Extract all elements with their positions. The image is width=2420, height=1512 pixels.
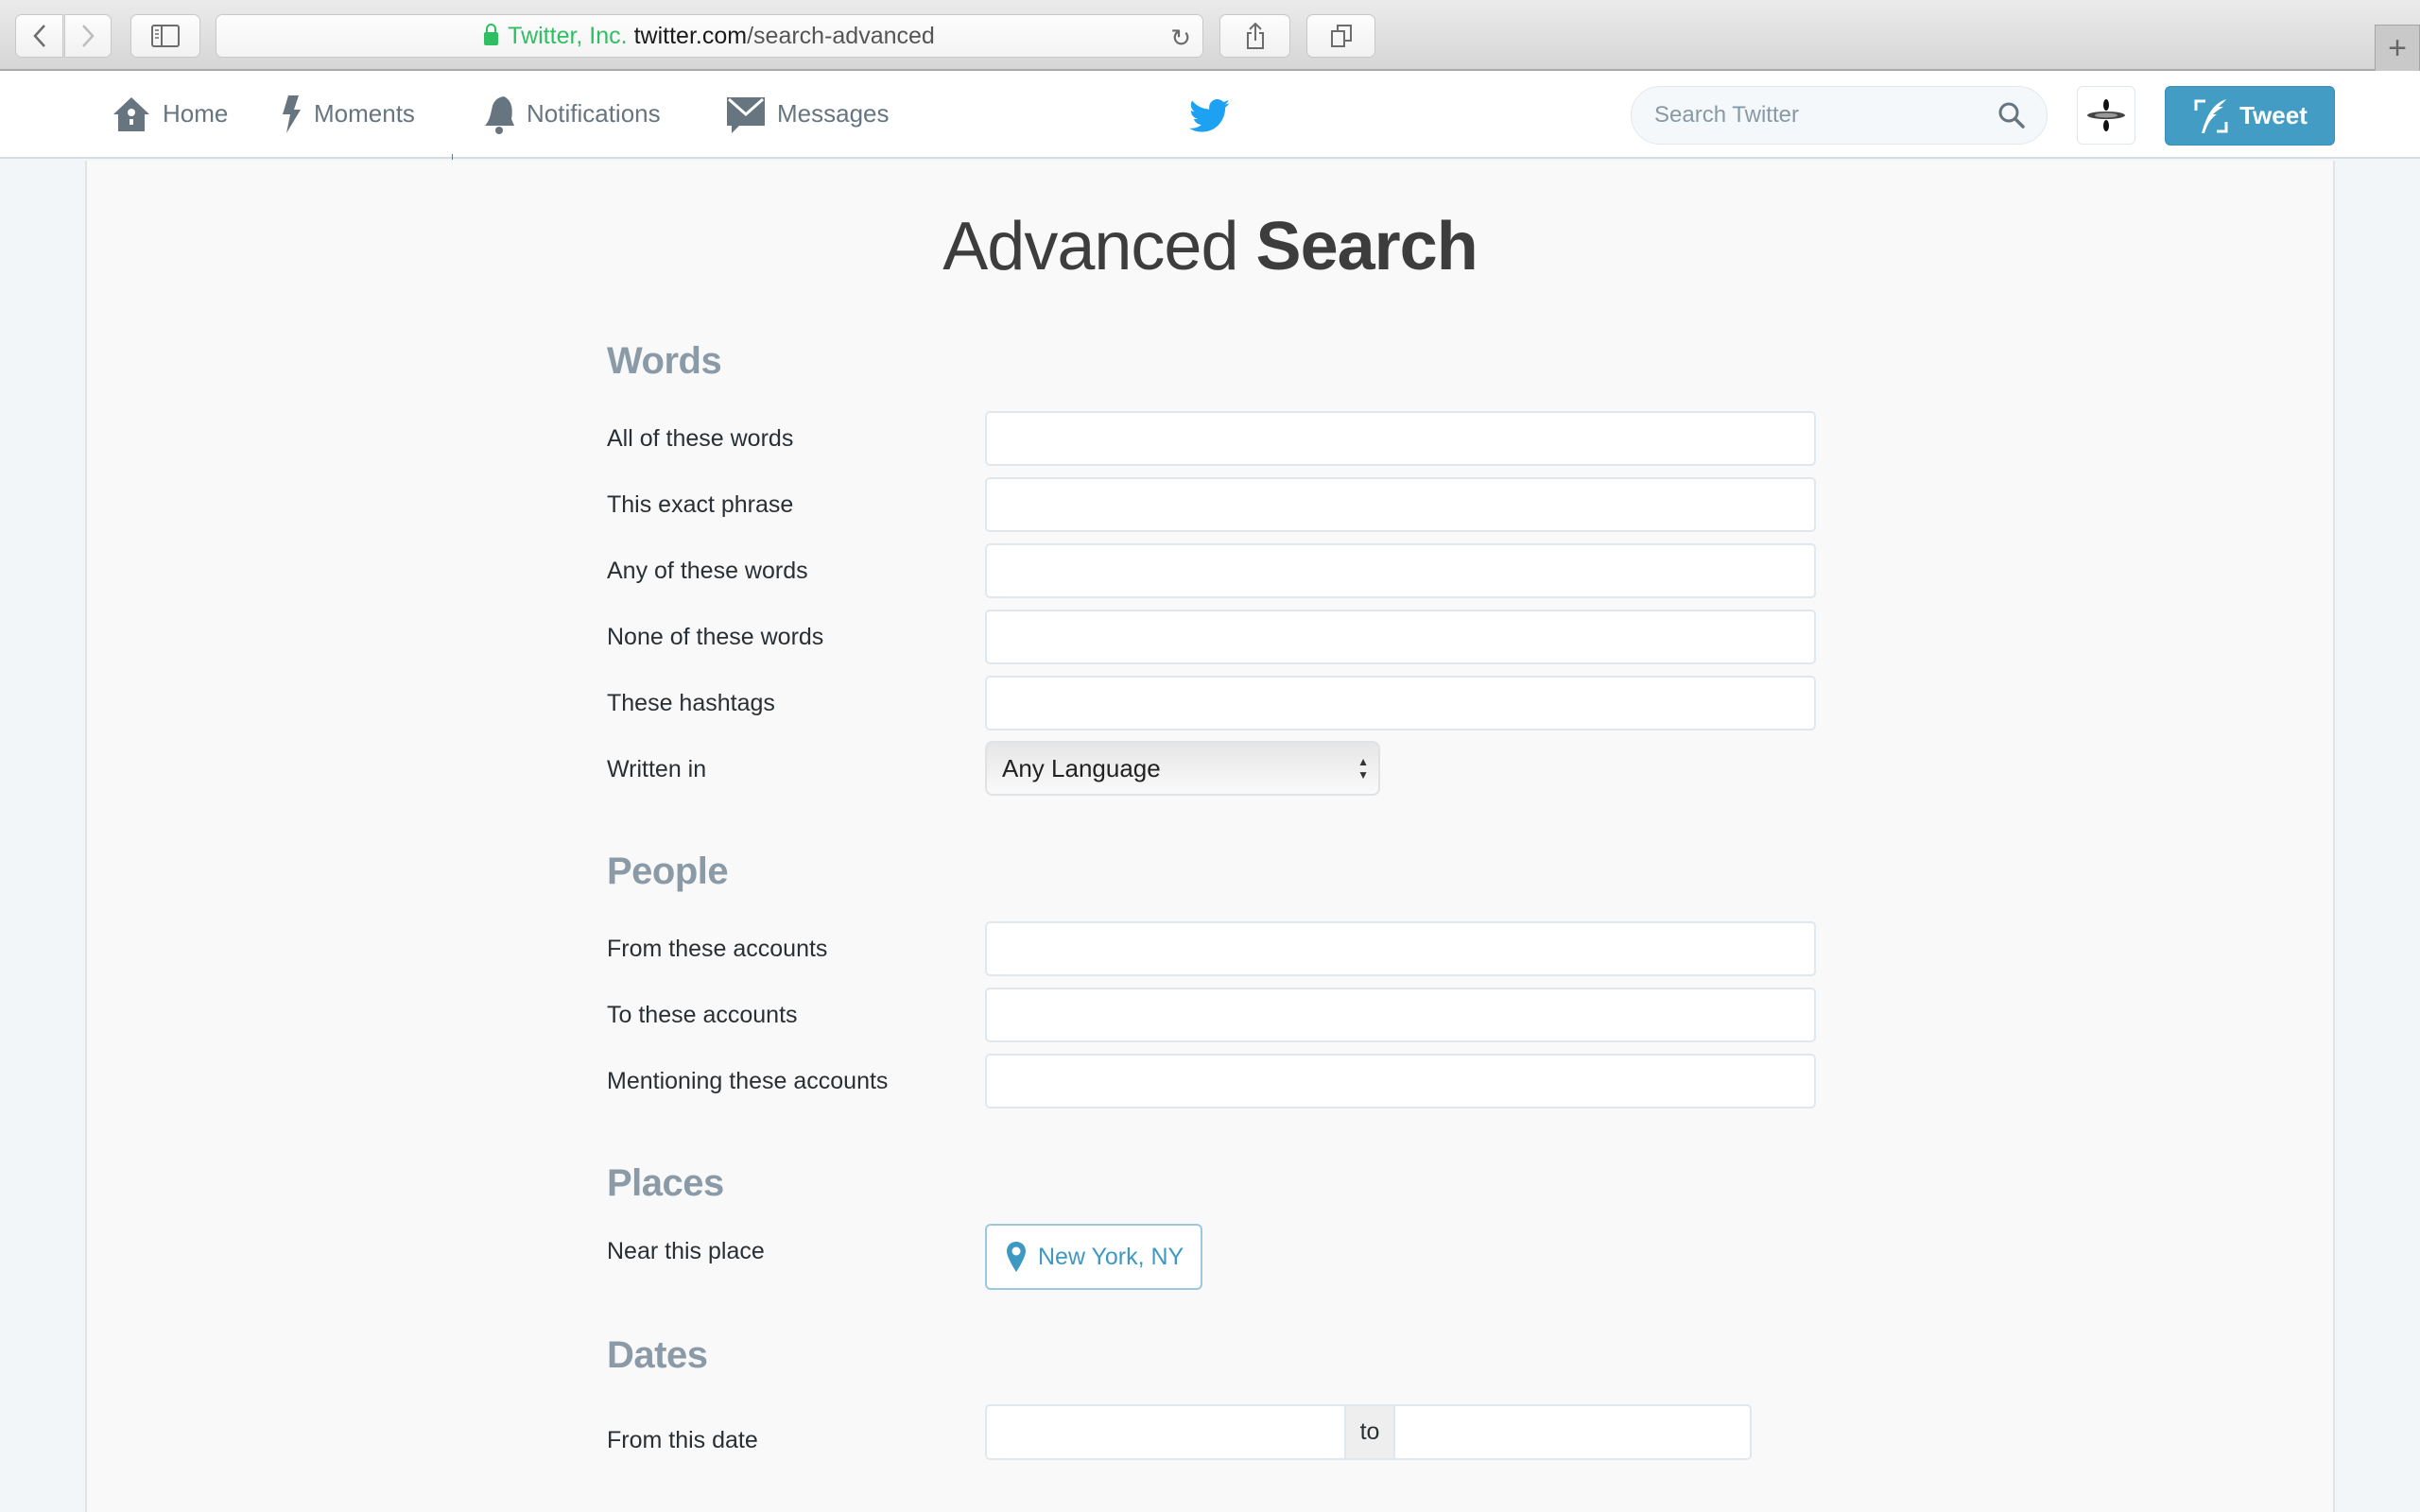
address-bar[interactable]: Twitter, Inc. twitter.com/search-advance… bbox=[216, 14, 1203, 58]
lock-icon bbox=[484, 24, 499, 45]
new-tab-button[interactable]: + bbox=[2375, 25, 2420, 71]
share-icon bbox=[1246, 22, 1264, 49]
any-words-input[interactable] bbox=[985, 543, 1816, 598]
back-button[interactable] bbox=[15, 14, 63, 58]
search-icon[interactable] bbox=[1997, 101, 2026, 129]
avatar-button[interactable] bbox=[2077, 86, 2135, 145]
twitter-top-nav: Home Moments Notifications Messages Twee… bbox=[0, 71, 2420, 160]
tabs-icon bbox=[1330, 25, 1352, 47]
home-icon bbox=[113, 96, 149, 131]
label-to-accounts: To these accounts bbox=[607, 1002, 798, 1028]
date-separator: to bbox=[1344, 1406, 1395, 1458]
chevron-right-icon bbox=[82, 25, 95, 47]
reload-icon[interactable]: ↻ bbox=[1170, 24, 1191, 53]
label-mentioning-accounts: Mentioning these accounts bbox=[607, 1068, 889, 1094]
show-tabs-button[interactable] bbox=[1306, 14, 1375, 58]
from-date-input[interactable] bbox=[987, 1406, 1344, 1458]
near-place-button[interactable]: New York, NY bbox=[985, 1224, 1202, 1290]
page-title: Advanced Search bbox=[87, 208, 2333, 285]
nav-moments[interactable]: Moments bbox=[280, 71, 415, 157]
from-accounts-input[interactable] bbox=[985, 921, 1816, 976]
nav-home[interactable]: Home bbox=[112, 71, 228, 157]
tweet-button-label: Tweet bbox=[2239, 101, 2308, 129]
page-title-light: Advanced bbox=[942, 209, 1238, 284]
section-heading-dates: Dates bbox=[607, 1334, 708, 1376]
address-org: Twitter, Inc. bbox=[508, 22, 628, 49]
advanced-search-panel: Advanced Search Words All of these words… bbox=[85, 161, 2335, 1512]
nav-messages-label: Messages bbox=[777, 99, 890, 128]
hashtags-input[interactable] bbox=[985, 676, 1816, 730]
label-none-words: None of these words bbox=[607, 624, 824, 650]
page-title-bold: Search bbox=[1255, 209, 1478, 284]
near-place-value: New York, NY bbox=[1038, 1243, 1184, 1270]
share-button[interactable] bbox=[1219, 14, 1290, 58]
exact-phrase-input[interactable] bbox=[985, 477, 1816, 532]
section-heading-words: Words bbox=[607, 340, 722, 382]
mentioning-accounts-input[interactable] bbox=[985, 1054, 1816, 1108]
forward-button[interactable] bbox=[64, 14, 112, 58]
lightning-icon bbox=[283, 94, 301, 133]
label-from-date: From this date bbox=[607, 1427, 758, 1453]
chevron-left-icon bbox=[32, 25, 45, 47]
browser-toolbar: Twitter, Inc. twitter.com/search-advance… bbox=[0, 0, 2420, 71]
nav-moments-label: Moments bbox=[314, 99, 415, 128]
to-date-input[interactable] bbox=[1395, 1406, 1750, 1458]
label-from-accounts: From these accounts bbox=[607, 936, 828, 962]
sidebar-icon bbox=[151, 25, 180, 47]
bell-icon bbox=[485, 95, 514, 134]
label-exact-phrase: This exact phrase bbox=[607, 491, 794, 518]
tweet-button[interactable]: Tweet bbox=[2165, 86, 2335, 146]
location-pin-icon bbox=[1007, 1242, 1026, 1272]
date-range: to bbox=[985, 1404, 1752, 1460]
search-input[interactable] bbox=[1654, 102, 1976, 129]
language-select-value: Any Language bbox=[1002, 753, 1161, 782]
to-accounts-input[interactable] bbox=[985, 988, 1816, 1042]
label-hashtags: These hashtags bbox=[607, 690, 775, 716]
select-arrows-icon: ▲ ▼ bbox=[1357, 755, 1369, 782]
none-words-input[interactable] bbox=[985, 610, 1816, 664]
nav-divider bbox=[452, 154, 453, 160]
nav-messages[interactable]: Messages bbox=[726, 71, 890, 157]
label-written-in: Written in bbox=[607, 756, 707, 782]
compose-quill-icon bbox=[2194, 98, 2228, 133]
label-any-words: Any of these words bbox=[607, 558, 808, 584]
language-select[interactable]: Any Language ▲ ▼ bbox=[985, 741, 1380, 796]
nav-notifications-label: Notifications bbox=[527, 99, 661, 128]
avatar bbox=[2087, 99, 2125, 131]
label-near-place: Near this place bbox=[607, 1238, 765, 1264]
envelope-icon bbox=[727, 96, 765, 133]
search-box bbox=[1631, 86, 2048, 145]
section-heading-places: Places bbox=[607, 1162, 724, 1204]
nav-notifications[interactable]: Notifications bbox=[483, 71, 661, 157]
twitter-bird-icon[interactable] bbox=[1189, 99, 1231, 138]
nav-home-label: Home bbox=[163, 99, 229, 128]
sidebar-toggle-button[interactable] bbox=[130, 14, 200, 58]
all-words-input[interactable] bbox=[985, 411, 1816, 466]
address-path: /search-advanced bbox=[747, 22, 935, 49]
label-all-words: All of these words bbox=[607, 425, 794, 452]
address-host: twitter.com bbox=[633, 22, 748, 49]
section-heading-people: People bbox=[607, 850, 729, 892]
